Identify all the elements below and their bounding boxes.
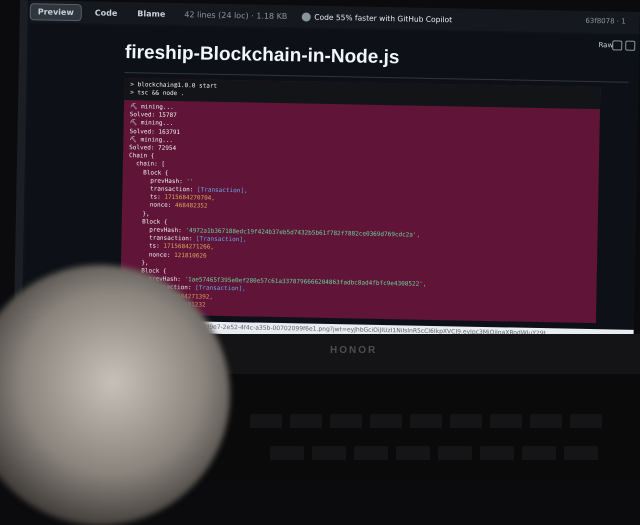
commit-id[interactable]: 63f8078 · 1 <box>585 17 625 26</box>
terminal-line-value: [Transaction], <box>196 186 248 195</box>
terminal-line-value: 468482352 <box>174 202 208 211</box>
download-icon[interactable] <box>625 40 636 51</box>
keyboard-key <box>396 446 430 460</box>
keyboard-key <box>354 446 388 460</box>
keyboard-key <box>530 414 562 428</box>
keyboard-key <box>490 414 522 428</box>
tab-blame[interactable]: Blame <box>130 6 172 22</box>
keyboard-key <box>270 446 304 460</box>
keyboard-key <box>410 414 442 428</box>
copilot-promo[interactable]: Code 55% faster with GitHub Copilot <box>301 11 453 24</box>
keyboard-key <box>312 446 346 460</box>
terminal-line-text: ⛏ mining... <box>129 119 174 128</box>
file-actions <box>612 40 636 51</box>
keyboard-key <box>450 414 482 428</box>
terminal-line-value: '' <box>186 178 194 186</box>
tab-preview[interactable]: Preview <box>29 2 82 21</box>
terminal-line-value: 1715684270704, <box>164 194 215 203</box>
laptop-brand: HONOR <box>330 345 378 356</box>
tab-code[interactable]: Code <box>88 5 125 21</box>
keyboard-key <box>522 446 556 460</box>
keyboard-key <box>570 414 602 428</box>
copy-icon[interactable] <box>612 40 623 51</box>
terminal-line-text: transaction: <box>128 185 198 194</box>
terminal-line-text: Chain { <box>128 152 155 160</box>
terminal-line-text: transaction: <box>127 234 197 243</box>
keyboard-key <box>290 414 322 428</box>
terminal-line-text: chain: [ <box>128 160 166 169</box>
terminal-line-text: ts: <box>128 193 165 202</box>
file-info: 42 lines (24 loc) · 1.18 KB <box>184 9 288 21</box>
terminal-line-text: nonce: <box>128 201 176 210</box>
terminal-line-text: Block { <box>127 217 168 226</box>
terminal-line-value: 1715684271266, <box>163 243 215 252</box>
keyboard-key <box>370 414 402 428</box>
terminal-line-text: prevHash: <box>128 176 187 186</box>
readme-title: fireship-Blockchain-in-Node.js <box>124 42 400 69</box>
terminal-line-text: Solved: 15787 <box>129 111 177 120</box>
keyboard-key <box>480 446 514 460</box>
keyboard-key <box>330 414 362 428</box>
terminal-line-text: ⛏ mining... <box>129 103 174 111</box>
terminal-line-text: ⛏ mining... <box>129 135 174 144</box>
terminal-line-value: [Transaction], <box>195 284 246 293</box>
terminal-line-text: nonce: <box>127 250 175 259</box>
terminal-screenshot: > blockchain@1.0.0 start > tsc && node .… <box>119 78 601 324</box>
keyboard-key <box>438 446 472 460</box>
terminal-line-text: }, <box>127 209 150 218</box>
terminal-line-text: }, <box>126 258 149 267</box>
raw-button[interactable]: Raw <box>598 41 613 49</box>
terminal-line-text: ts: <box>127 242 164 251</box>
terminal-line-text: prevHash: <box>127 226 186 235</box>
terminal-line-text: Block { <box>128 168 169 177</box>
copilot-text: Code 55% faster with GitHub Copilot <box>314 12 453 24</box>
keyboard-key <box>250 414 282 428</box>
terminal-line-value: 121810626 <box>174 251 207 260</box>
terminal-line-text: Solved: 163791 <box>129 127 181 136</box>
copilot-icon <box>301 11 311 22</box>
terminal-line-text: Solved: 72954 <box>129 144 177 153</box>
terminal-output: ⛏ mining... Solved: 15787 ⛏ mining... Solve… <box>120 100 600 323</box>
keyboard-key <box>564 446 598 460</box>
terminal-line-value: [Transaction], <box>196 235 247 244</box>
